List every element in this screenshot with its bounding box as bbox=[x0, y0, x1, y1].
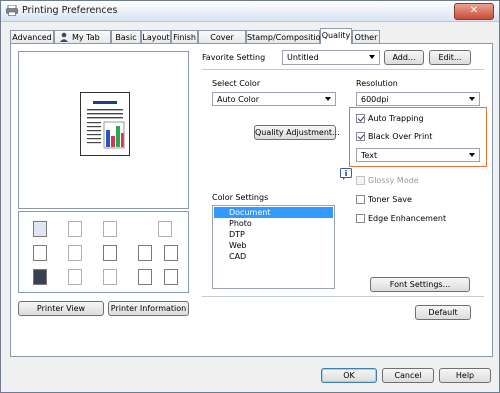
chevron-down-icon bbox=[469, 153, 475, 157]
auto-trapping-label: Auto Trapping bbox=[368, 114, 424, 123]
tab-finish[interactable]: Finish bbox=[171, 30, 198, 43]
combination-icon[interactable] bbox=[68, 245, 82, 261]
chevron-down-icon bbox=[325, 97, 331, 101]
black-over-print-select[interactable]: Text bbox=[356, 148, 480, 162]
close-button[interactable]: ✕ bbox=[454, 3, 494, 20]
tab-cover-mode[interactable]: Cover Mode bbox=[198, 30, 246, 55]
quality-icon[interactable] bbox=[164, 269, 178, 285]
font-icon[interactable] bbox=[103, 245, 117, 261]
output-icon[interactable] bbox=[33, 221, 47, 237]
toner-save-checkbox[interactable] bbox=[356, 195, 365, 204]
select-color-value: Auto Color bbox=[217, 95, 260, 104]
color-settings-list[interactable]: Document Photo DTP Web CAD bbox=[212, 205, 335, 289]
black-over-print-label: Black Over Print bbox=[368, 132, 433, 141]
edit-favorite-button[interactable]: Edit... bbox=[429, 50, 471, 65]
edge-enhancement-label: Edge Enhancement bbox=[368, 214, 447, 223]
stamp-icon[interactable] bbox=[158, 221, 172, 237]
layout-icon[interactable] bbox=[33, 245, 47, 261]
color-setting-dtp[interactable]: DTP bbox=[229, 229, 245, 240]
copies-icon[interactable] bbox=[103, 221, 117, 237]
quality-adjustment-button[interactable]: Quality Adjustment... bbox=[254, 125, 340, 140]
paper-icon[interactable] bbox=[68, 221, 82, 237]
color-setting-photo[interactable]: Photo bbox=[229, 218, 252, 229]
glossy-mode-label: Glossy Mode bbox=[368, 176, 419, 185]
printer-icon bbox=[6, 5, 18, 16]
select-color-dropdown[interactable]: Auto Color bbox=[212, 92, 336, 106]
color-mode-icon[interactable] bbox=[33, 269, 47, 285]
chevron-down-icon bbox=[469, 97, 475, 101]
document-preview-image bbox=[80, 92, 130, 156]
black-over-print-checkbox[interactable] bbox=[356, 132, 365, 141]
color-setting-web[interactable]: Web bbox=[229, 240, 246, 251]
quality-panel: Printer View Printer Information Favorit… bbox=[10, 43, 493, 357]
font-settings-button[interactable]: Font Settings... bbox=[370, 277, 470, 292]
divider bbox=[202, 296, 484, 297]
add-favorite-button[interactable]: Add... bbox=[384, 50, 424, 65]
punch-icon[interactable] bbox=[103, 269, 117, 285]
color-setting-document[interactable]: Document bbox=[214, 207, 333, 218]
printer-information-button[interactable]: Printer Information bbox=[108, 301, 189, 316]
select-color-label: Select Color bbox=[212, 79, 261, 88]
settings-icon-grid bbox=[18, 211, 189, 293]
resolution-select[interactable]: 600dpi bbox=[356, 92, 480, 106]
glossy-mode-checkbox[interactable] bbox=[356, 176, 365, 185]
resolution-value: 600dpi bbox=[361, 95, 389, 104]
auto-trapping-checkbox[interactable] bbox=[356, 114, 365, 123]
window-title: Printing Preferences bbox=[22, 5, 118, 16]
favorite-setting-value: Untitled bbox=[287, 53, 319, 62]
booklet-icon[interactable] bbox=[138, 245, 152, 261]
fold-icon[interactable] bbox=[138, 269, 152, 285]
default-button[interactable]: Default bbox=[415, 305, 471, 320]
finishing-icon[interactable] bbox=[164, 245, 178, 261]
tab-layout[interactable]: Layout bbox=[141, 30, 171, 43]
info-icon bbox=[340, 168, 352, 180]
printing-preferences-window: Printing Preferences ✕ Advanced My Tab B… bbox=[0, 0, 500, 393]
tab-stamp-composition[interactable]: Stamp/Composition bbox=[246, 30, 326, 43]
preview-pane bbox=[18, 51, 189, 209]
toner-save-label: Toner Save bbox=[368, 195, 412, 204]
printer-view-button[interactable]: Printer View bbox=[18, 301, 104, 316]
title-bar: Printing Preferences ✕ bbox=[1, 1, 499, 22]
favorite-setting-select[interactable]: Untitled bbox=[282, 50, 380, 65]
resolution-label: Resolution bbox=[356, 79, 398, 88]
favorite-setting-label: Favorite Setting bbox=[202, 53, 266, 62]
tab-quality[interactable]: Quality bbox=[320, 28, 352, 44]
tab-advanced[interactable]: Advanced bbox=[10, 30, 54, 43]
chevron-down-icon bbox=[369, 55, 375, 59]
tab-my-tab[interactable]: My Tab bbox=[54, 30, 111, 43]
ok-button[interactable]: OK bbox=[321, 368, 377, 383]
tab-other[interactable]: Other bbox=[352, 30, 380, 43]
help-button[interactable]: Help bbox=[439, 368, 491, 383]
color-settings-label: Color Settings bbox=[212, 193, 269, 202]
staple-icon[interactable] bbox=[68, 269, 82, 285]
person-icon bbox=[60, 32, 68, 42]
tab-basic[interactable]: Basic bbox=[111, 30, 141, 43]
cancel-button[interactable]: Cancel bbox=[382, 368, 434, 383]
color-setting-cad[interactable]: CAD bbox=[229, 251, 246, 262]
black-over-print-value: Text bbox=[361, 151, 378, 160]
divider bbox=[202, 69, 484, 70]
edge-enhancement-checkbox[interactable] bbox=[356, 214, 365, 223]
